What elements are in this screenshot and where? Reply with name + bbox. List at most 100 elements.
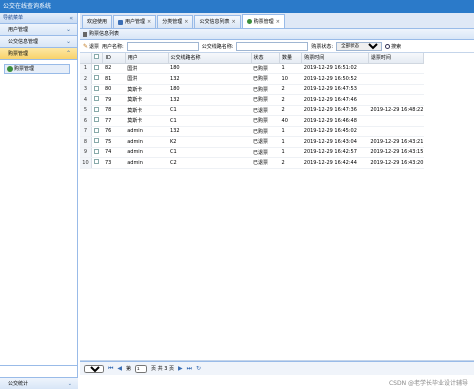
tab-label: 公交信息列表 (199, 19, 230, 25)
col-route[interactable]: 公交线路名称 (168, 53, 252, 64)
tab-label: 购票管理 (253, 18, 274, 25)
col-buy-time[interactable]: 购票时间 (301, 53, 369, 64)
accordion-label: 用户管理 (8, 27, 29, 33)
cell-qty: 2 (279, 157, 302, 169)
prev-page-icon[interactable]: ◀ (117, 365, 122, 372)
row-checkbox[interactable] (93, 138, 99, 144)
cell-status: 已购票 (251, 126, 280, 137)
last-page-icon[interactable]: ⏭ (187, 365, 192, 373)
next-page-icon[interactable]: ▶ (178, 365, 183, 372)
first-page-icon[interactable]: ⏮ (108, 365, 113, 373)
cell-status: 已购票 (251, 63, 280, 74)
search-toolbar: ✎ 退票 用户名称: 公交线路名称: 购票状态: 全部状态 搜索 (80, 40, 474, 53)
table-row[interactable]: 1 82 国洪 180 已购票 1 2019-12-29 16:51:02 (80, 63, 424, 74)
ticket-icon (246, 19, 252, 24)
row-number-header (80, 53, 92, 64)
cell-route: 180 (168, 63, 251, 74)
row-select-cell (91, 157, 103, 169)
close-icon[interactable]: × (147, 16, 151, 28)
cell-status: 已购票 (251, 94, 280, 106)
col-refund-time[interactable]: 退票时间 (368, 53, 425, 64)
accordion-bus-statistics[interactable]: 公交统计 ⌄ (0, 377, 78, 389)
double-chevron-left-icon[interactable]: « (69, 13, 73, 24)
col-quantity[interactable]: 数量 (279, 53, 303, 64)
page-size-select[interactable]: 10 (84, 364, 104, 373)
tab-bus-info-list[interactable]: 公交信息列表 × (194, 15, 241, 28)
row-number: 10 (80, 157, 92, 169)
row-checkbox[interactable] (93, 159, 99, 165)
ticket-table: ID 用户 公交线路名称 状态 数量 购票时间 退票时间 1 82 国洪 180 已购票… (80, 53, 425, 169)
tab-label: 欢迎使用 (87, 19, 108, 25)
select-all-checkbox[interactable] (93, 54, 99, 60)
refresh-icon[interactable]: ↻ (196, 365, 201, 372)
row-checkbox[interactable] (93, 117, 99, 123)
chevron-up-icon: ⌃ (65, 50, 71, 57)
route-input[interactable] (236, 41, 309, 51)
tab-strip: 欢迎使用 用户管理 × 分类管理 × 公交信息列表 × 购票管理 × (80, 13, 474, 29)
status-select[interactable]: 全部状态 (336, 41, 383, 51)
col-id[interactable]: ID (102, 53, 126, 64)
watermark: CSDN @老学长毕业设计辅导 (388, 380, 468, 387)
route-label: 公交线路名称: (201, 43, 234, 50)
row-select-cell (91, 63, 103, 74)
page-number-input[interactable] (135, 364, 148, 373)
close-icon[interactable]: × (276, 16, 280, 28)
row-select-cell (91, 136, 103, 148)
table-row[interactable]: 7 76 admin 132 已购票 1 2019-12-29 16:45:02 (80, 126, 424, 137)
cell-qty: 40 (279, 115, 302, 127)
cell-refund-time: 2019-12-29 16:43:21 (368, 136, 424, 148)
accordion-label: 公交信息管理 (8, 39, 39, 45)
cell-id: 79 (102, 94, 126, 106)
row-select-cell (91, 105, 103, 116)
username-input[interactable] (126, 41, 199, 51)
return-ticket-button[interactable]: ✎ 退票 (83, 43, 99, 50)
cell-refund-time (368, 126, 424, 137)
row-select-cell (91, 147, 103, 158)
cell-route: 132 (168, 94, 251, 106)
menu-item-ticket-management[interactable]: 购票管理 (4, 64, 70, 74)
cell-id: 81 (102, 73, 126, 85)
col-status[interactable]: 状态 (251, 53, 281, 64)
table-row[interactable]: 3 80 莫斯卡 180 已购票 2 2019-12-29 16:47:53 (80, 84, 424, 95)
accordion-bus-info[interactable]: 公交信息管理 ⌄ (0, 36, 77, 48)
row-checkbox[interactable] (93, 85, 99, 91)
table-row[interactable]: 4 79 莫斯卡 132 已购票 2 2019-12-29 16:47:46 (80, 94, 424, 106)
select-all-header[interactable] (91, 53, 104, 64)
tab-ticket-management[interactable]: 购票管理 × (241, 14, 285, 28)
cell-status: 已购票 (251, 115, 280, 127)
close-icon[interactable]: × (184, 16, 188, 28)
row-checkbox[interactable] (93, 148, 99, 154)
pagination-bar: 10 ⏮ ◀ 第 页 共 3 页 ▶ ⏭ ↻ (80, 361, 474, 375)
row-checkbox[interactable] (93, 127, 99, 133)
table-row[interactable]: 5 78 莫斯卡 C1 已退票 2 2019-12-29 16:47:36 2019-12-2… (80, 105, 424, 116)
table-row[interactable]: 8 75 admin K2 已退票 1 2019-12-29 16:43:04 2019-12… (80, 136, 424, 148)
table-row[interactable]: 2 81 国洪 132 已购票 10 2019-12-29 16:50:52 (80, 73, 424, 85)
table-row[interactable]: 9 74 admin C1 已退票 1 2019-12-29 16:42:57 2019-12… (80, 147, 424, 158)
tab-category-management[interactable]: 分类管理 × (157, 15, 194, 28)
cell-id: 78 (102, 105, 126, 116)
cell-status: 已退票 (251, 157, 280, 169)
tab-user-management[interactable]: 用户管理 × (113, 15, 157, 28)
cell-id: 75 (102, 136, 126, 148)
table-row[interactable]: 6 77 莫斯卡 C1 已购票 40 2019-12-29 16:46:48 (80, 115, 424, 127)
close-icon[interactable]: × (231, 16, 235, 28)
row-checkbox[interactable] (93, 64, 99, 70)
search-button[interactable]: 搜索 (385, 43, 401, 50)
cell-buy-time: 2019-12-29 16:47:36 (301, 105, 369, 116)
row-select-cell (91, 126, 103, 137)
row-checkbox[interactable] (93, 96, 99, 102)
table-row[interactable]: 10 73 admin C2 已退票 2 2019-12-29 16:42:44 2019-1… (80, 157, 424, 169)
row-checkbox[interactable] (93, 75, 99, 81)
cell-id: 82 (102, 63, 126, 74)
row-checkbox[interactable] (93, 106, 99, 112)
accordion-ticket-management[interactable]: 购票管理 ⌃ (0, 48, 77, 60)
cell-status: 已退票 (251, 105, 280, 116)
accordion-user-management[interactable]: 用户管理 ⌄ (0, 24, 77, 36)
cell-user: 莫斯卡 (125, 115, 169, 127)
tab-welcome[interactable]: 欢迎使用 (82, 15, 113, 28)
row-number: 4 (80, 94, 92, 106)
col-user[interactable]: 用户 (125, 53, 169, 64)
page-prefix: 第 (126, 366, 132, 372)
search-icon (385, 43, 391, 49)
chevron-down-icon: ⌄ (65, 26, 71, 33)
